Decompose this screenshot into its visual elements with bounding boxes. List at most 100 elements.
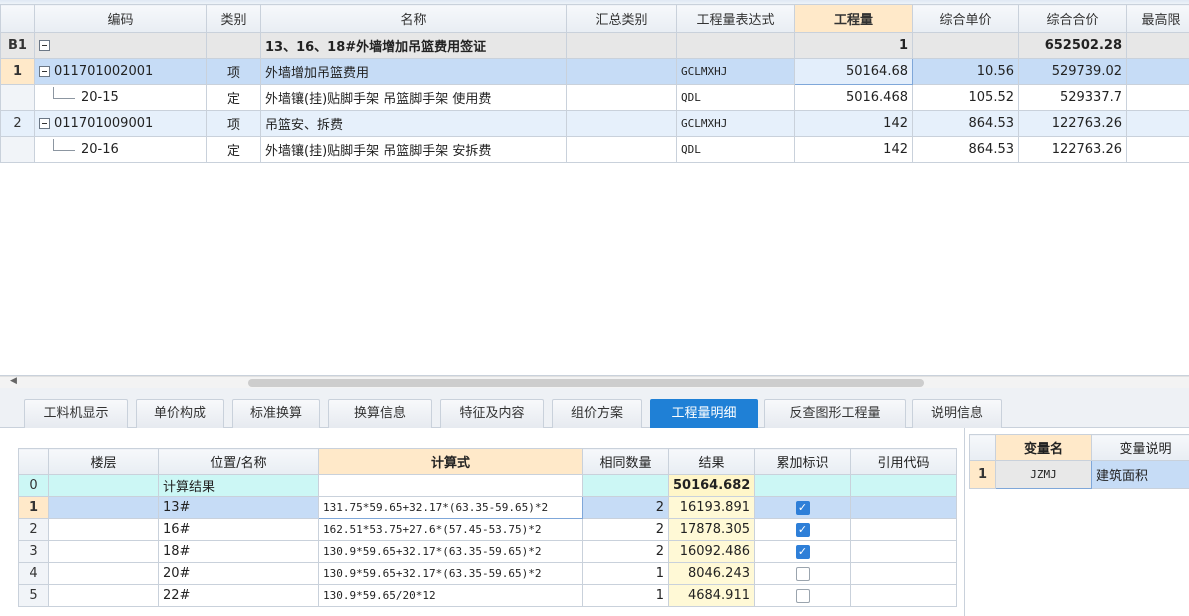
tab-quantity-detail[interactable]: 工程量明细 bbox=[650, 399, 758, 428]
col-header-same-count[interactable]: 相同数量 bbox=[582, 448, 669, 475]
ref-code-cell[interactable] bbox=[850, 496, 957, 519]
accumulate-checkbox[interactable]: ✓ bbox=[795, 544, 810, 559]
tab-conversion-info[interactable]: 换算信息 bbox=[328, 399, 432, 428]
col-header-formula[interactable]: 计算式 bbox=[318, 448, 583, 475]
item-expression[interactable]: GCLMXHJ bbox=[676, 110, 795, 137]
col-header-name[interactable]: 名称 bbox=[260, 4, 567, 33]
position-cell[interactable]: 18# bbox=[158, 540, 319, 563]
accumulate-cell[interactable]: ✓ bbox=[754, 540, 851, 563]
item-expression[interactable]: GCLMXHJ bbox=[676, 58, 795, 85]
tab-labor-material[interactable]: 工料机显示 bbox=[24, 399, 128, 428]
position-cell[interactable]: 16# bbox=[158, 518, 319, 541]
col-header-position[interactable]: 位置/名称 bbox=[158, 448, 319, 475]
floor-cell[interactable] bbox=[48, 584, 159, 607]
table-row[interactable]: 5 22# 130.9*59.65/20*12 1 4684.911 bbox=[18, 584, 957, 607]
item-quantity[interactable]: 50164.68 bbox=[794, 58, 913, 85]
collapse-icon[interactable] bbox=[39, 118, 50, 129]
item-code[interactable]: 20-15 bbox=[34, 84, 207, 111]
col-header-ref-code[interactable]: 引用代码 bbox=[850, 448, 957, 475]
col-header-quantity[interactable]: 工程量 bbox=[794, 4, 913, 33]
formula-cell[interactable]: 162.51*53.75+27.6*(57.45-53.75)*2 bbox=[318, 518, 583, 541]
item-name[interactable]: 外墙增加吊篮费用 bbox=[260, 58, 567, 85]
col-header-accumulate[interactable]: 累加标识 bbox=[754, 448, 851, 475]
horizontal-scrollbar[interactable]: ◀ bbox=[0, 376, 1189, 388]
accumulate-cell[interactable]: ✓ bbox=[754, 518, 851, 541]
table-row[interactable]: 4 20# 130.9*59.65+32.17*(63.35-59.65)*2 … bbox=[18, 562, 957, 585]
table-row[interactable]: 2 16# 162.51*53.75+27.6*(57.45-53.75)*2 … bbox=[18, 518, 957, 541]
count-cell[interactable]: 2 bbox=[582, 496, 669, 519]
tab-standard-conversion[interactable]: 标准换算 bbox=[232, 399, 320, 428]
floor-cell[interactable] bbox=[48, 496, 159, 519]
accumulate-cell[interactable] bbox=[754, 584, 851, 607]
tab-description[interactable]: 说明信息 bbox=[912, 399, 1002, 428]
col-header-code[interactable]: 编码 bbox=[34, 4, 207, 33]
tab-pricing-plan[interactable]: 组价方案 bbox=[552, 399, 642, 428]
table-row[interactable]: 1 JZMJ 建筑面积 bbox=[969, 460, 1189, 489]
col-header-total-price[interactable]: 综合合价 bbox=[1018, 4, 1127, 33]
summary-row[interactable]: 0 计算结果 50164.682 bbox=[18, 474, 957, 497]
position-cell[interactable]: 20# bbox=[158, 562, 319, 585]
scroll-left-icon[interactable]: ◀ bbox=[10, 376, 17, 386]
row-number: B1 bbox=[0, 32, 35, 59]
item-quantity[interactable]: 5016.468 bbox=[794, 84, 913, 111]
count-cell[interactable]: 2 bbox=[582, 518, 669, 541]
table-row[interactable]: 3 18# 130.9*59.65+32.17*(63.35-59.65)*2 … bbox=[18, 540, 957, 563]
table-row[interactable]: 2 011701009001 项 吊篮安、拆费 GCLMXHJ 142 864.… bbox=[0, 110, 1189, 137]
col-header-expression[interactable]: 工程量表达式 bbox=[676, 4, 795, 33]
count-cell[interactable]: 1 bbox=[582, 584, 669, 607]
formula-input[interactable]: 131.75*59.65+32.17*(63.35-59.65)*2 bbox=[318, 496, 583, 519]
col-header-result[interactable]: 结果 bbox=[668, 448, 755, 475]
tab-features[interactable]: 特征及内容 bbox=[440, 399, 544, 428]
table-row[interactable]: 1 13# 131.75*59.65+32.17*(63.35-59.65)*2… bbox=[18, 496, 957, 519]
accumulate-checkbox[interactable]: ✓ bbox=[795, 500, 810, 515]
col-header-summary-type[interactable]: 汇总类别 bbox=[566, 4, 677, 33]
position-cell[interactable]: 13# bbox=[158, 496, 319, 519]
group-expand[interactable] bbox=[34, 32, 207, 59]
col-header-variable-name[interactable]: 变量名 bbox=[995, 434, 1092, 461]
position-cell[interactable]: 22# bbox=[158, 584, 319, 607]
collapse-icon[interactable] bbox=[39, 40, 50, 51]
ref-code-cell[interactable] bbox=[850, 540, 957, 563]
variable-desc-cell[interactable]: 建筑面积 bbox=[1091, 460, 1189, 489]
item-code[interactable]: 011701002001 bbox=[34, 58, 207, 85]
collapse-icon[interactable] bbox=[39, 66, 50, 77]
col-header-floor[interactable]: 楼层 bbox=[48, 448, 159, 475]
accumulate-cell[interactable] bbox=[754, 562, 851, 585]
col-header-unit-price[interactable]: 综合单价 bbox=[912, 4, 1019, 33]
col-header-type[interactable]: 类别 bbox=[206, 4, 261, 33]
count-cell[interactable]: 1 bbox=[582, 562, 669, 585]
tab-unit-price[interactable]: 单价构成 bbox=[136, 399, 224, 428]
variable-name-cell[interactable]: JZMJ bbox=[995, 460, 1092, 489]
col-header-max-limit[interactable]: 最高限 bbox=[1126, 4, 1189, 33]
floor-cell[interactable] bbox=[48, 518, 159, 541]
table-row[interactable]: 20-16 定 外墙镶(挂)贴脚手架 吊篮脚手架 安拆费 QDL 142 864… bbox=[0, 136, 1189, 163]
accumulate-checkbox[interactable] bbox=[795, 566, 810, 581]
col-header-variable-desc[interactable]: 变量说明 bbox=[1091, 434, 1189, 461]
item-expression[interactable]: QDL bbox=[676, 136, 795, 163]
table-row[interactable]: 20-15 定 外墙镶(挂)贴脚手架 吊篮脚手架 使用费 QDL 5016.46… bbox=[0, 84, 1189, 111]
formula-cell[interactable]: 130.9*59.65/20*12 bbox=[318, 584, 583, 607]
scrollbar-thumb[interactable] bbox=[248, 379, 924, 387]
ref-code-cell[interactable] bbox=[850, 562, 957, 585]
ref-code-cell[interactable] bbox=[850, 584, 957, 607]
formula-cell[interactable]: 130.9*59.65+32.17*(63.35-59.65)*2 bbox=[318, 540, 583, 563]
item-quantity[interactable]: 142 bbox=[794, 110, 913, 137]
ref-code-cell[interactable] bbox=[850, 518, 957, 541]
table-row[interactable]: 1 011701002001 项 外墙增加吊篮费用 GCLMXHJ 50164.… bbox=[0, 58, 1189, 85]
formula-cell[interactable]: 130.9*59.65+32.17*(63.35-59.65)*2 bbox=[318, 562, 583, 585]
item-quantity[interactable]: 142 bbox=[794, 136, 913, 163]
accumulate-cell[interactable]: ✓ bbox=[754, 496, 851, 519]
accumulate-checkbox[interactable]: ✓ bbox=[795, 522, 810, 537]
accumulate-checkbox[interactable] bbox=[795, 588, 810, 603]
floor-cell[interactable] bbox=[48, 540, 159, 563]
group-row[interactable]: B1 13、16、18#外墙增加吊篮费用签证 1 652502.28 bbox=[0, 32, 1189, 59]
count-cell[interactable]: 2 bbox=[582, 540, 669, 563]
floor-cell[interactable] bbox=[48, 562, 159, 585]
tab-reverse-lookup[interactable]: 反查图形工程量 bbox=[764, 399, 906, 428]
item-code[interactable]: 20-16 bbox=[34, 136, 207, 163]
item-name[interactable]: 外墙镶(挂)贴脚手架 吊篮脚手架 安拆费 bbox=[260, 136, 567, 163]
item-code[interactable]: 011701009001 bbox=[34, 110, 207, 137]
item-expression[interactable]: QDL bbox=[676, 84, 795, 111]
item-name[interactable]: 吊篮安、拆费 bbox=[260, 110, 567, 137]
item-name[interactable]: 外墙镶(挂)贴脚手架 吊篮脚手架 使用费 bbox=[260, 84, 567, 111]
